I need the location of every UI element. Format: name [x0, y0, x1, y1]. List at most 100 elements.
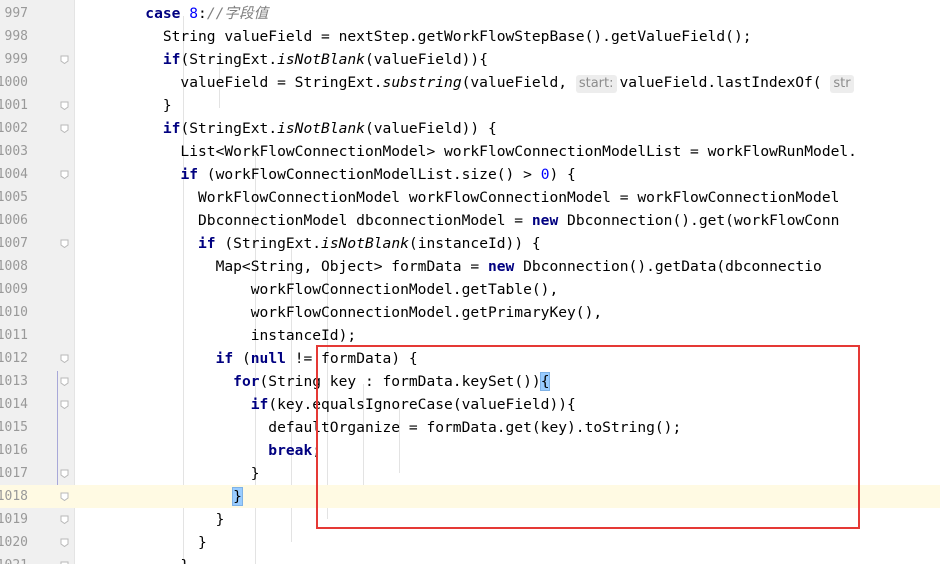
code-token: (StringExt. [180, 120, 278, 137]
code-line[interactable]: 1003 List<WorkFlowConnectionModel> workF… [0, 140, 940, 163]
line-number[interactable]: 1016 [0, 439, 28, 462]
code-text: valueField = StringExt.substring(valueFi… [75, 71, 857, 94]
line-number[interactable]: 1003 [0, 140, 28, 163]
line-number[interactable]: 998 [0, 25, 28, 48]
line-number[interactable]: 1002 [0, 117, 28, 140]
fold-marker-icon[interactable] [60, 124, 69, 133]
code-line[interactable]: 1004 if (workFlowConnectionModelList.siz… [0, 163, 940, 186]
line-number[interactable]: 1017 [0, 462, 28, 485]
code-text: Map<String, Object> formData = new Dbcon… [75, 255, 822, 278]
fold-marker-icon[interactable] [60, 400, 69, 409]
code-text: DbconnectionModel dbconnectionModel = ne… [75, 209, 839, 232]
code-token: workFlowConnectionModel.getTable(), [75, 281, 559, 298]
line-number[interactable]: 999 [0, 48, 28, 71]
code-token: } [75, 465, 260, 482]
code-text: } [75, 462, 260, 485]
line-number[interactable]: 1021 [0, 554, 28, 564]
code-line[interactable]: 1020 } [0, 531, 940, 554]
code-line[interactable]: 1007 if (StringExt.isNotBlank(instanceId… [0, 232, 940, 255]
code-line[interactable]: 1005 WorkFlowConnectionModel workFlowCon… [0, 186, 940, 209]
parameter-hint: str [830, 75, 854, 93]
code-text: if (StringExt.isNotBlank(instanceId)) { [75, 232, 541, 255]
line-number[interactable]: 1013 [0, 370, 28, 393]
line-number[interactable]: 1009 [0, 278, 28, 301]
code-line[interactable]: 1021 } [0, 554, 940, 564]
code-token: null [250, 350, 286, 367]
code-line[interactable]: 997 case 8://字段值 [0, 2, 940, 25]
fold-marker-icon[interactable] [60, 538, 69, 547]
code-line[interactable]: 999 if(StringExt.isNotBlank(valueField))… [0, 48, 940, 71]
line-number[interactable]: 1006 [0, 209, 28, 232]
code-line[interactable]: 1010 workFlowConnectionModel.getPrimaryK… [0, 301, 940, 324]
line-number[interactable]: 1001 [0, 94, 28, 117]
code-token: } [75, 557, 189, 564]
line-number[interactable]: 1008 [0, 255, 28, 278]
fold-marker-icon[interactable] [60, 492, 69, 501]
code-text: break; [75, 439, 321, 462]
code-token: (StringExt. [180, 51, 278, 68]
code-line[interactable]: 1008 Map<String, Object> formData = new … [0, 255, 940, 278]
code-line[interactable]: 1009 workFlowConnectionModel.getTable(), [0, 278, 940, 301]
code-token: if [162, 120, 181, 137]
code-token: isNotBlank [321, 235, 409, 252]
code-token: if [250, 396, 269, 413]
code-token: (workFlowConnectionModelList.size() > [198, 166, 541, 183]
code-token: if [198, 235, 216, 252]
line-number[interactable]: 1014 [0, 393, 28, 416]
code-text: String valueField = nextStep.getWorkFlow… [75, 25, 752, 48]
code-token: valueField = StringExt. [75, 74, 383, 91]
code-text: if(StringExt.isNotBlank(valueField)){ [75, 48, 488, 71]
code-text: workFlowConnectionModel.getTable(), [75, 278, 559, 301]
line-number[interactable]: 1000 [0, 71, 28, 94]
code-line[interactable]: 1002 if(StringExt.isNotBlank(valueField)… [0, 117, 940, 140]
fold-marker-icon[interactable] [60, 354, 69, 363]
line-number[interactable]: 1012 [0, 347, 28, 370]
code-token: List<WorkFlowConnectionModel> workFlowCo… [75, 143, 857, 160]
code-token: (instanceId)) { [408, 235, 541, 252]
code-token: Dbconnection().get(workFlowConn [558, 212, 840, 229]
line-number[interactable]: 1020 [0, 531, 28, 554]
line-number[interactable]: 1007 [0, 232, 28, 255]
fold-marker-icon[interactable] [60, 55, 69, 64]
code-line[interactable]: 1001 } [0, 94, 940, 117]
code-token: (valueField)) { [364, 120, 497, 137]
code-editor[interactable]: 997 case 8://字段值 998 String valueField = … [0, 0, 940, 564]
code-line[interactable]: 1006 DbconnectionModel dbconnectionModel… [0, 209, 940, 232]
code-text: } [75, 94, 172, 117]
line-number[interactable]: 997 [0, 2, 28, 25]
code-token: isNotBlank [277, 120, 365, 137]
matched-brace: } [232, 487, 243, 506]
code-line[interactable]: 1000 valueField = StringExt.substring(va… [0, 71, 940, 94]
code-token: ( [233, 350, 251, 367]
line-number[interactable]: 1010 [0, 301, 28, 324]
annotation-highlight-box [316, 345, 860, 529]
line-number[interactable]: 1004 [0, 163, 28, 186]
parameter-hint: start: [575, 75, 617, 93]
fold-marker-icon[interactable] [60, 469, 69, 478]
line-number[interactable]: 1018 [0, 485, 28, 508]
fold-marker-icon[interactable] [60, 101, 69, 110]
line-number[interactable]: 1019 [0, 508, 28, 531]
code-token: if [180, 166, 199, 183]
code-line[interactable]: 1011 instanceId); [0, 324, 940, 347]
code-line[interactable]: 998 String valueField = nextStep.getWork… [0, 25, 940, 48]
line-number[interactable]: 1011 [0, 324, 28, 347]
code-token: instanceId); [75, 327, 357, 344]
code-token: valueField.lastIndexOf( [619, 74, 831, 91]
fold-marker-icon[interactable] [60, 239, 69, 248]
fold-marker-icon[interactable] [60, 170, 69, 179]
line-number[interactable]: 1015 [0, 416, 28, 439]
code-token: Map<String, Object> formData = [75, 258, 488, 275]
line-number[interactable]: 1005 [0, 186, 28, 209]
code-token: String valueField = nextStep.getWorkFlow… [75, 28, 752, 45]
fold-marker-icon[interactable] [60, 515, 69, 524]
text-caret [241, 489, 243, 505]
fold-marker-icon[interactable] [60, 377, 69, 386]
